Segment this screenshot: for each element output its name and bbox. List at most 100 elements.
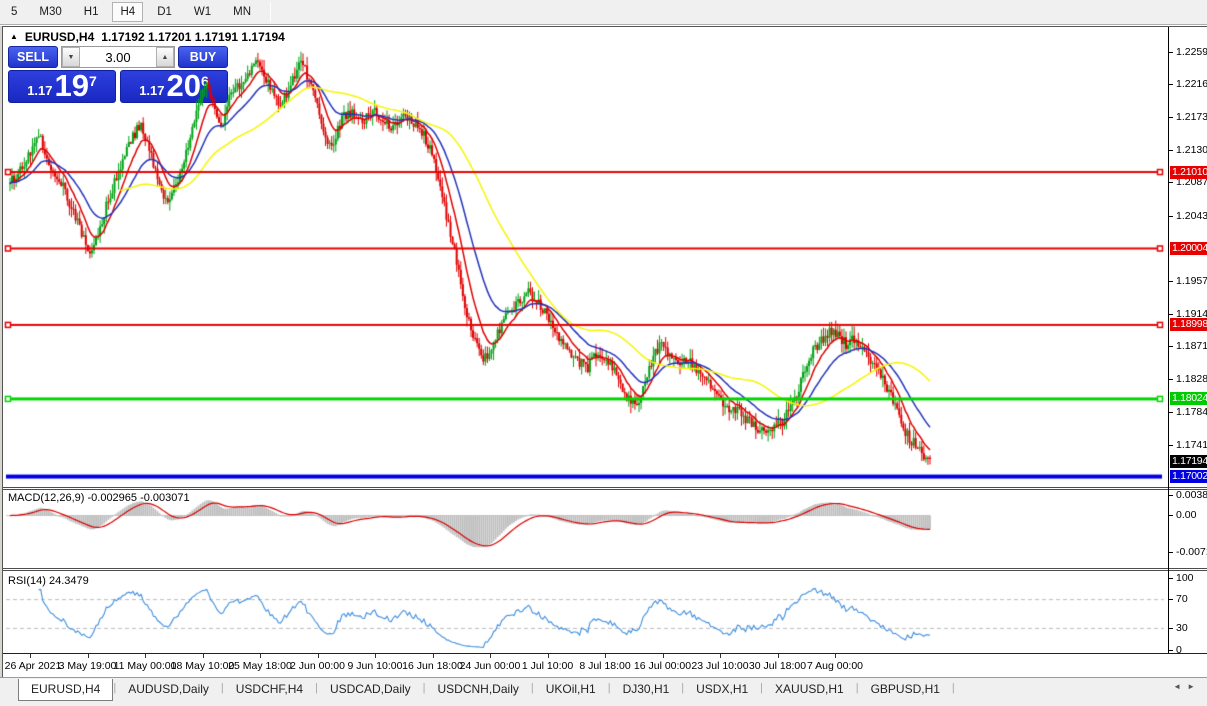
chart-tab-usdcnh-daily[interactable]: USDCNH,Daily: [426, 679, 531, 700]
price-tag-1.17002: 1.17002: [1170, 470, 1207, 483]
chart-tab-dj30-h1[interactable]: DJ30,H1: [611, 679, 682, 700]
macd-tick-mark: [1169, 495, 1173, 496]
macd-tick-mark: [1169, 552, 1173, 553]
toolbar-separator: [270, 2, 271, 22]
timeframe-button-m30[interactable]: M30: [31, 2, 69, 22]
time-tick-label: 7 Aug 00:00: [807, 660, 863, 672]
timeframe-toolbar: 5 M30 H1H4 D1 W1 MN: [0, 0, 1207, 25]
price-tick-mark: [1169, 150, 1173, 151]
price-axis-border: [1168, 27, 1169, 653]
price-tick-label: 1.17410: [1176, 440, 1207, 451]
price-tag-1.21010: 1.21010: [1170, 166, 1207, 179]
rsi-label: RSI(14) 24.3479: [8, 575, 89, 587]
rsi-tick-label: 70: [1176, 594, 1188, 605]
chart-tab-audusd-daily[interactable]: AUDUSD,Daily: [116, 679, 221, 700]
main-chart-canvas[interactable]: [4, 40, 1168, 487]
time-tick-label: 1 Jul 10:00: [522, 660, 573, 672]
time-tick-label: 16 Jul 00:00: [634, 660, 691, 672]
time-tick-mark: [260, 654, 261, 658]
time-tick-mark: [548, 654, 549, 658]
price-tick-mark: [1169, 412, 1173, 413]
rsi-panel-splitter-inner: [3, 570, 1207, 571]
timeframe-button-mn[interactable]: MN: [225, 2, 259, 22]
chart-tab-usdx-h1[interactable]: USDX,H1: [684, 679, 760, 700]
time-tick-mark: [778, 654, 779, 658]
rsi-tick-label: 30: [1176, 623, 1188, 634]
price-tick-label: 1.19570: [1176, 276, 1207, 287]
tab-separator: |: [952, 682, 955, 694]
time-tick-label: 25 May 18:00: [228, 660, 292, 672]
time-tick-label: 24 Jun 00:00: [460, 660, 521, 672]
time-tick-label: 3 May 19:00: [59, 660, 117, 672]
price-tick-label: 1.18280: [1176, 374, 1207, 385]
macd-panel-splitter-inner: [3, 489, 1207, 490]
price-tick-mark: [1169, 445, 1173, 446]
price-tag-1.20004: 1.20004: [1170, 242, 1207, 255]
timeframe-button-d1[interactable]: D1: [149, 2, 180, 22]
chart-tab-gbpusd-h1[interactable]: GBPUSD,H1: [859, 679, 952, 700]
price-tick-label: 1.21730: [1176, 112, 1207, 123]
timeframe-button-h4[interactable]: H4: [112, 2, 143, 22]
chart-tab-xauusd-h1[interactable]: XAUUSD,H1: [763, 679, 856, 700]
time-tick-label: 8 Jul 18:00: [579, 660, 630, 672]
time-tick-mark: [145, 654, 146, 658]
tab-scroll-left-icon[interactable]: ◄: [1173, 682, 1187, 691]
rsi-panel-splitter[interactable]: [3, 568, 1207, 569]
chart-tabs-bar: EURUSD,H4|AUDUSD,Daily|USDCHF,H4|USDCAD,…: [0, 677, 1207, 706]
time-tick-mark: [605, 654, 606, 658]
price-tag-1.18998: 1.18998: [1170, 318, 1207, 331]
price-tick-label: 1.22160: [1176, 79, 1207, 90]
time-tick-mark: [433, 654, 434, 658]
rsi-tick-mark: [1169, 650, 1173, 651]
macd-tick-label: -0.00719: [1176, 547, 1207, 558]
rsi-tick-mark: [1169, 578, 1173, 579]
macd-tick-label: 0.003873: [1176, 490, 1207, 501]
time-tick-mark: [663, 654, 664, 658]
timeframe-button-w1[interactable]: W1: [186, 2, 219, 22]
time-tick-mark: [835, 654, 836, 658]
time-tick-mark: [88, 654, 89, 658]
chart-tab-eurusd-h4[interactable]: EURUSD,H4: [18, 679, 113, 701]
price-tick-label: 1.17840: [1176, 407, 1207, 418]
time-tick-mark: [30, 654, 31, 658]
time-tick-label: 11 May 00:00: [114, 660, 177, 672]
rsi-indicator-canvas[interactable]: [4, 572, 1168, 652]
price-tick-mark: [1169, 117, 1173, 118]
price-tick-mark: [1169, 216, 1173, 217]
timeframe-button-5[interactable]: 5: [3, 2, 25, 22]
time-tick-label: 18 May 10:00: [171, 660, 235, 672]
time-tick-label: 9 Jun 10:00: [348, 660, 403, 672]
chart-window-border-left: [2, 26, 3, 706]
macd-label: MACD(12,26,9) -0.002965 -0.003071: [8, 492, 190, 504]
chart-tab-ukoil-h1[interactable]: UKOil,H1: [534, 679, 608, 700]
macd-tick-mark: [1169, 515, 1173, 516]
rsi-tick-mark: [1169, 628, 1173, 629]
mt4-window: 5M30H1H4D1W1MN ▲ EURUSD,H4 1.17192 1.172…: [0, 0, 1207, 706]
tab-scroll-right-icon[interactable]: ►: [1187, 682, 1201, 691]
price-tick-mark: [1169, 52, 1173, 53]
time-tick-mark: [490, 654, 491, 658]
chart-window-border-top: [2, 26, 1207, 27]
price-tick-mark: [1169, 379, 1173, 380]
time-tick-label: 2 Jun 00:00: [290, 660, 345, 672]
time-tick-label: 23 Jul 10:00: [691, 660, 748, 672]
time-tick-label: 16 Jun 18:00: [402, 660, 463, 672]
rsi-value: 24.3479: [49, 575, 89, 587]
price-tick-label: 1.20430: [1176, 211, 1207, 222]
price-tick-label: 1.18710: [1176, 341, 1207, 352]
time-tick-mark: [375, 654, 376, 658]
price-tick-mark: [1169, 346, 1173, 347]
time-tick-mark: [720, 654, 721, 658]
time-tick-mark: [318, 654, 319, 658]
price-tag-1.18024: 1.18024: [1170, 392, 1207, 405]
timeframe-button-h1[interactable]: H1: [76, 2, 107, 22]
chart-tab-usdchf-h4[interactable]: USDCHF,H4: [224, 679, 315, 700]
time-tick-mark: [203, 654, 204, 658]
time-tick-label: 26 Apr 2021: [5, 660, 62, 672]
price-tick-mark: [1169, 182, 1173, 183]
macd-panel-splitter[interactable]: [3, 487, 1207, 488]
tab-scroll-arrows[interactable]: ◄►: [1173, 682, 1201, 691]
price-tick-label: 1.21300: [1176, 145, 1207, 156]
rsi-tick-label: 100: [1176, 573, 1194, 584]
chart-tab-usdcad-daily[interactable]: USDCAD,Daily: [318, 679, 423, 700]
